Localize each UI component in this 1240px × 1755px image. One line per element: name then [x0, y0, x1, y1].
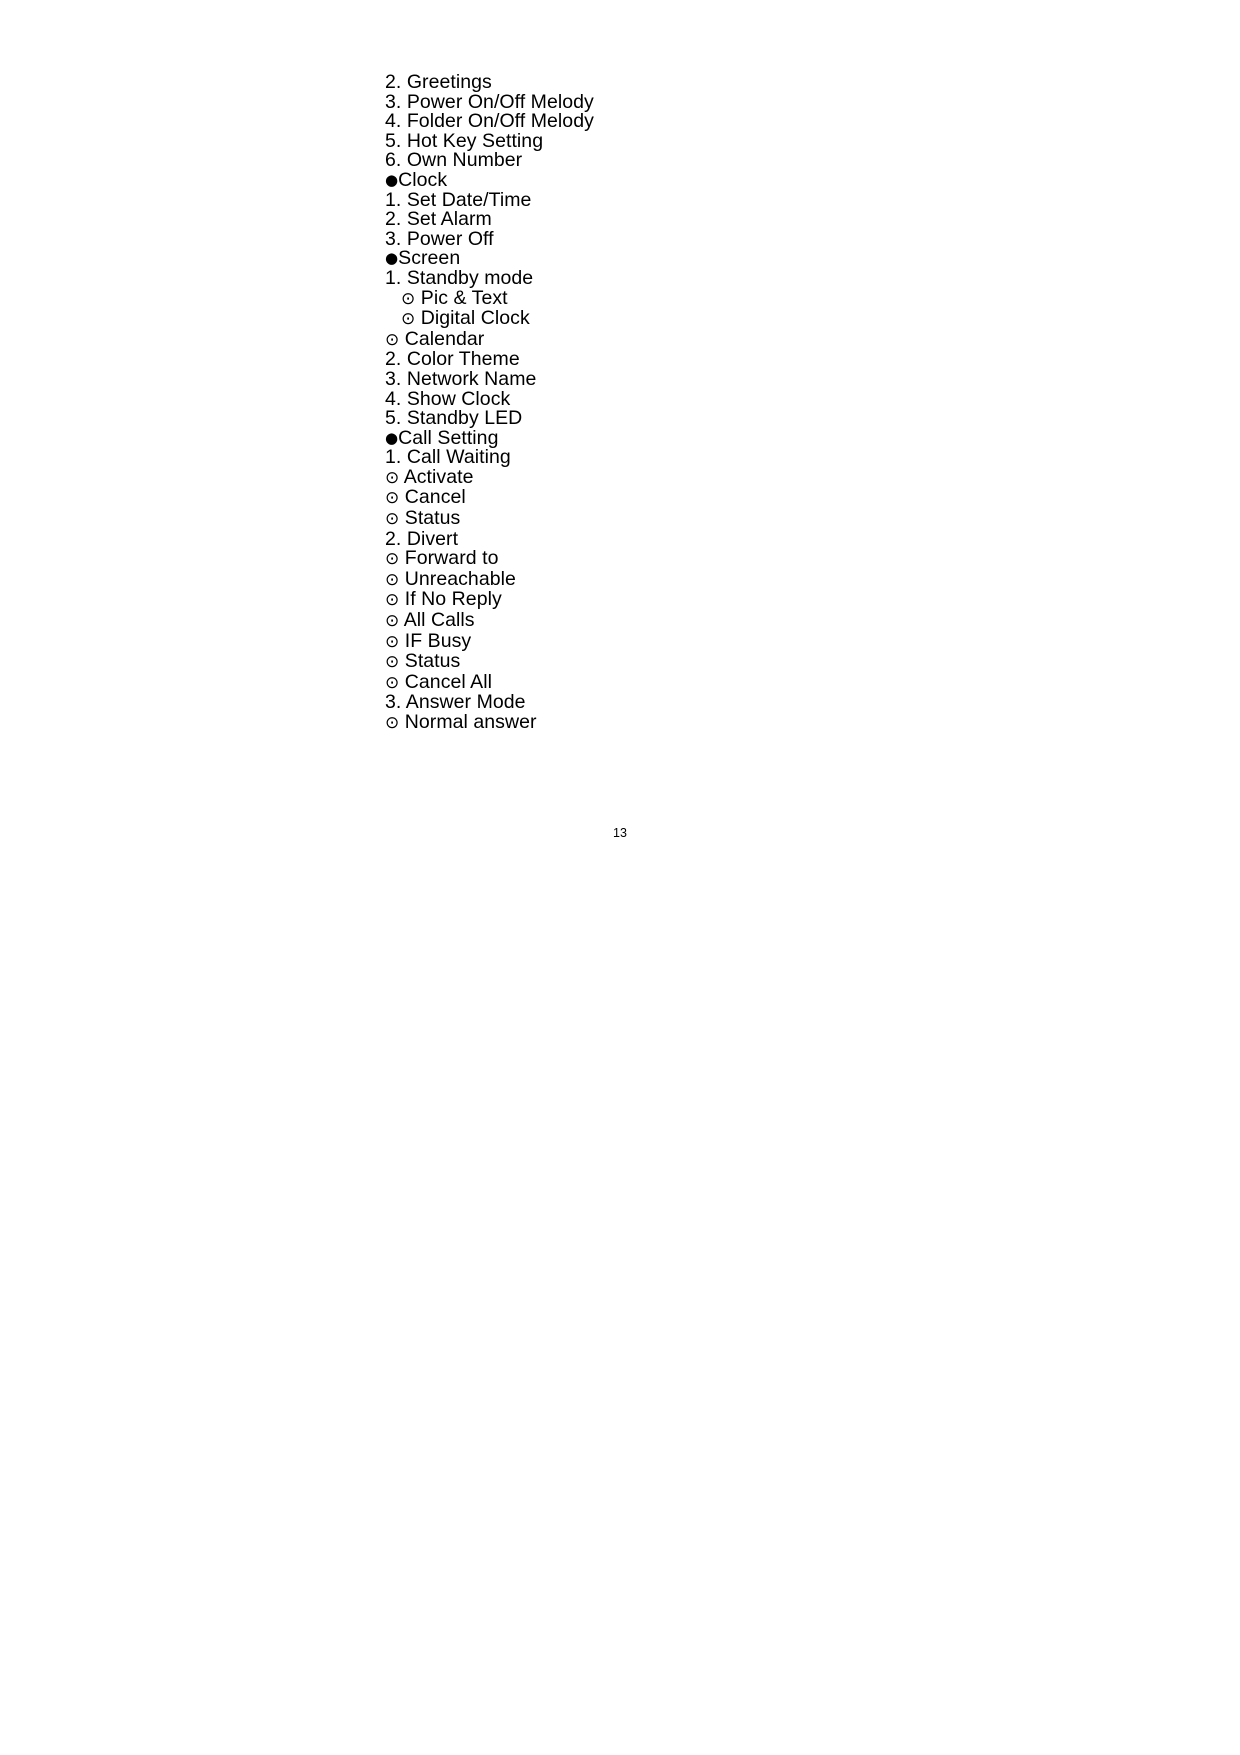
- option-item-activate: ⊙ Activate: [385, 465, 985, 489]
- menu-item-number: 1.: [385, 446, 402, 469]
- circled-dot-icon: ⊙: [385, 549, 400, 570]
- page-number: 13: [613, 826, 627, 840]
- option-item-label: All Calls: [403, 609, 475, 632]
- circled-dot-icon: ⊙: [385, 590, 400, 611]
- circled-dot-icon: ⊙: [385, 329, 400, 350]
- option-item-label: Normal answer: [404, 711, 537, 733]
- circled-dot-icon: ⊙: [385, 713, 400, 733]
- option-item-label: Status: [404, 507, 461, 530]
- menu-outline-list: 2. Greetings 3. Power On/Off Melody 4. Fol…: [385, 72, 985, 734]
- option-item-label: IF Busy: [404, 629, 472, 652]
- circled-dot-icon: ⊙: [385, 509, 400, 530]
- option-item-status: ⊙ Status: [385, 650, 985, 673]
- option-item-calendar: ⊙ Calendar: [385, 327, 985, 351]
- option-item-if-busy: ⊙ IF Busy: [385, 629, 985, 653]
- circled-dot-icon: ⊙: [401, 309, 416, 330]
- option-item-label: Digital Clock: [420, 307, 530, 330]
- circled-dot-icon: ⊙: [401, 288, 416, 309]
- circled-dot-icon: ⊙: [385, 631, 400, 652]
- option-item-digital-clock: ⊙ Digital Clock: [385, 307, 985, 330]
- option-item-pic-text: ⊙ Pic & Text: [385, 286, 985, 310]
- circled-dot-icon: ⊙: [385, 488, 400, 509]
- menu-item-own-number: 6. Own Number: [385, 151, 985, 171]
- option-item-normal-answer: ⊙ Normal answer: [385, 711, 985, 734]
- option-item-all-calls: ⊙ All Calls: [385, 609, 985, 632]
- filled-bullet-icon: ●: [385, 249, 399, 268]
- option-item-cancel: ⊙ Cancel: [385, 488, 985, 509]
- option-item-label: Unreachable: [404, 567, 516, 590]
- menu-item-call-waiting: 1. Call Waiting: [385, 446, 985, 469]
- option-item-label: Calendar: [404, 327, 485, 350]
- option-item-label: Cancel All: [404, 670, 492, 693]
- filled-bullet-icon: ●: [385, 428, 399, 447]
- menu-item-number: 1.: [385, 266, 402, 289]
- option-item-label: Pic & Text: [420, 286, 508, 309]
- option-item-label: Forward to: [404, 547, 499, 570]
- option-item-label: If No Reply: [404, 588, 502, 611]
- option-item-cancel-all: ⊙ Cancel All: [385, 670, 985, 694]
- filled-bullet-icon: ●: [385, 170, 399, 189]
- menu-item-power-off: 3. Power Off: [385, 229, 985, 250]
- option-item-forward-to: ⊙ Forward to: [385, 547, 985, 570]
- option-item-unreachable: ⊙ Unreachable: [385, 567, 985, 591]
- circled-dot-icon: ⊙: [385, 611, 400, 632]
- option-item-if-no-reply: ⊙ If No Reply: [385, 590, 985, 611]
- option-item-label: Status: [404, 650, 461, 673]
- circled-dot-icon: ⊙: [385, 652, 400, 673]
- document-page: 2. Greetings 3. Power On/Off Melody 4. Fol…: [0, 0, 1240, 1755]
- circled-dot-icon: ⊙: [385, 569, 400, 590]
- option-item-label: Cancel: [404, 486, 466, 509]
- option-item-status: ⊙ Status: [385, 507, 985, 530]
- option-item-label: Activate: [403, 465, 474, 488]
- circled-dot-icon: ⊙: [385, 467, 400, 488]
- circled-dot-icon: ⊙: [385, 672, 400, 693]
